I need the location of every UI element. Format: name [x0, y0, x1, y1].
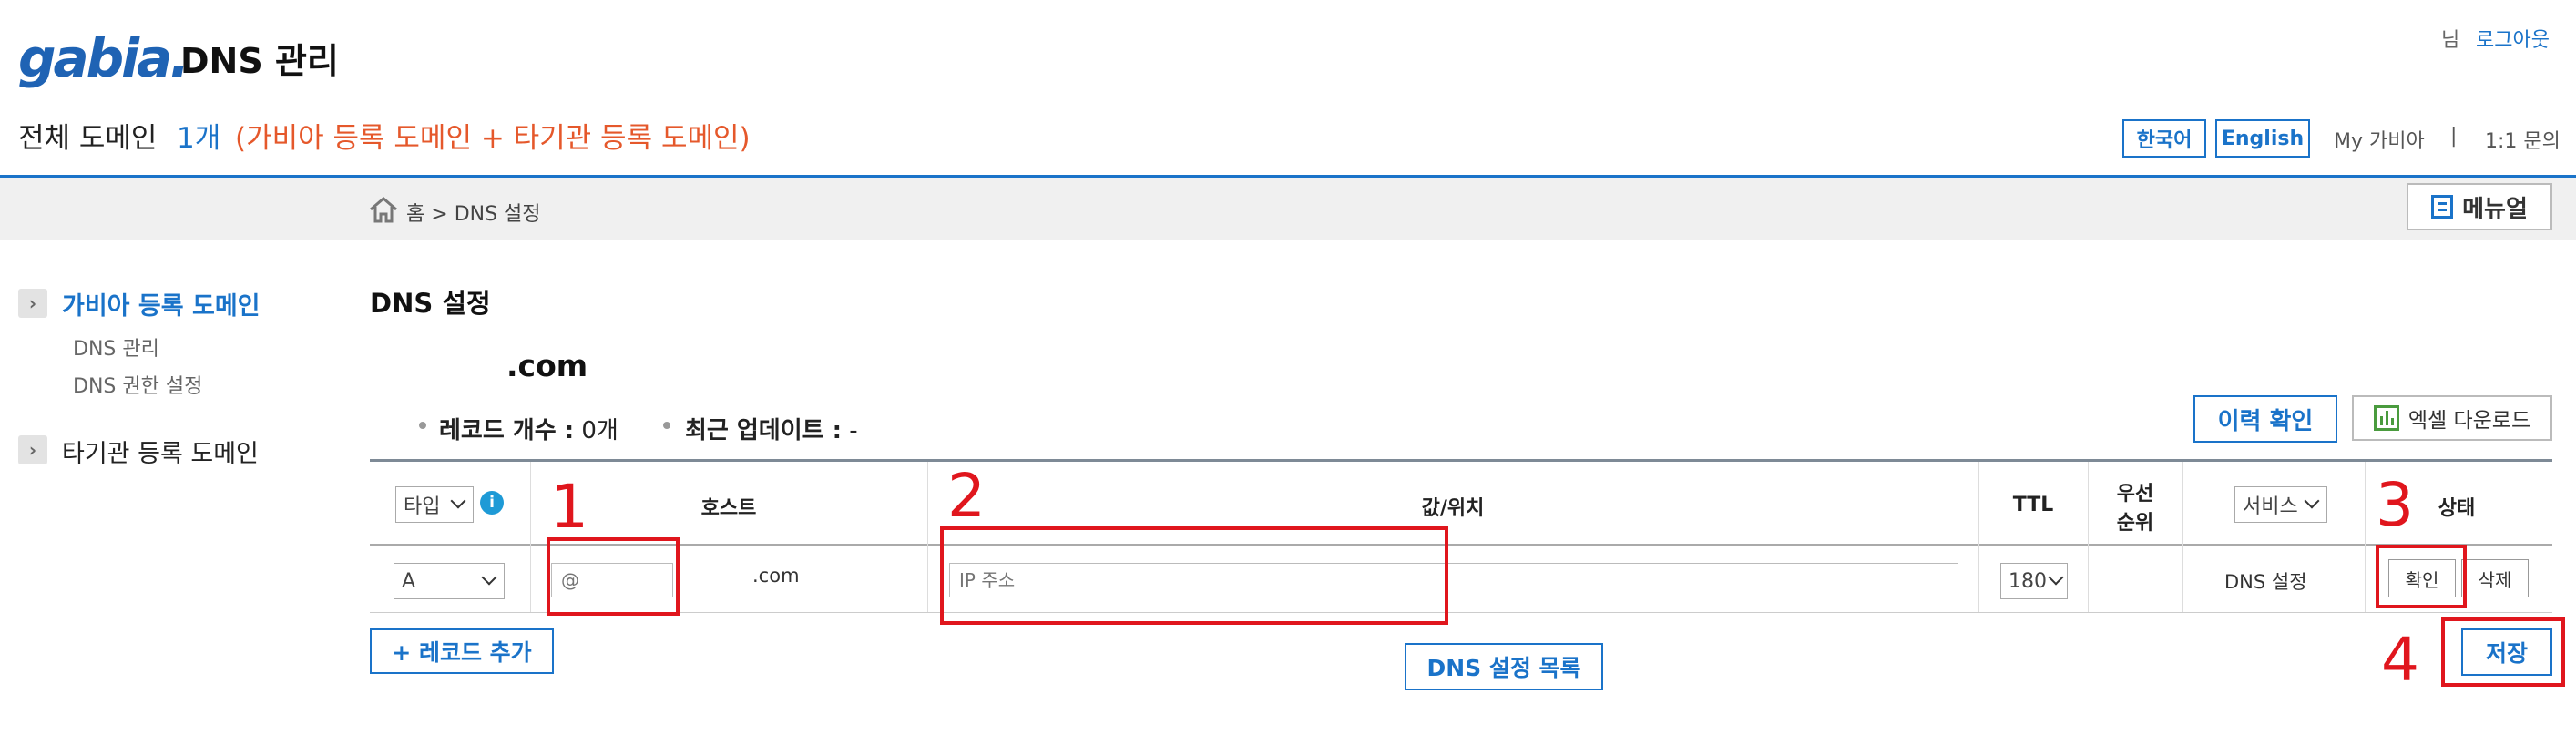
last-update-label: 최근 업데이트 : [685, 417, 843, 444]
status-column-header: 상태 [2438, 497, 2476, 520]
excel-download-button[interactable]: 엑셀 다운로드 [2352, 395, 2552, 441]
page-title: DNS 관리 [180, 41, 339, 81]
record-type-select[interactable]: A [394, 563, 505, 599]
chevron-down-icon [481, 569, 497, 586]
annotation-box-host [547, 537, 680, 616]
type-filter-select[interactable]: 타입 [395, 486, 474, 523]
domain-name: .com [506, 348, 588, 383]
annotation-box-confirm [2376, 545, 2467, 608]
last-update-value: - [849, 417, 858, 444]
annotation-box-value [940, 526, 1448, 625]
section-title: DNS 설정 [370, 288, 491, 319]
logout-link[interactable]: 로그아웃 [2476, 24, 2550, 53]
gabia-logo[interactable]: gabia. [18, 27, 189, 89]
breadcrumb: 홈 > DNS 설정 [406, 198, 541, 227]
service-filter-label: 서비스 [2243, 495, 2298, 518]
column-divider [1978, 462, 1979, 612]
dns-list-button[interactable]: DNS 설정 목록 [1405, 643, 1603, 690]
excel-chart-icon [2373, 405, 2399, 431]
chevron-right-icon[interactable]: › [18, 435, 47, 464]
service-value: DNS 설정 [2224, 571, 2307, 593]
chevron-down-icon [450, 493, 466, 509]
manual-label: 메뉴얼 [2462, 195, 2528, 223]
column-divider [2182, 462, 2183, 612]
priority-column-header-line1: 우선 [2116, 483, 2154, 505]
document-icon [2431, 195, 2454, 219]
column-divider [2365, 462, 2366, 612]
chevron-down-icon [2304, 493, 2320, 509]
record-count-value: 0개 [581, 417, 618, 444]
service-filter-select[interactable]: 서비스 [2234, 486, 2327, 523]
sidebar-item-gabia-domains[interactable]: 가비아 등록 도메인 [62, 286, 261, 321]
column-divider [530, 462, 531, 612]
domain-summary-note: (가비아 등록 도메인 + 타기관 등록 도메인) [235, 122, 751, 155]
value-column-header: 값/위치 [1421, 497, 1485, 520]
record-count-label: 레코드 개수 : [439, 417, 575, 444]
domain-summary-label: 전체 도메인 [18, 122, 158, 155]
breadcrumb-current: DNS 설정 [454, 203, 541, 226]
breadcrumb-home[interactable]: 홈 [406, 203, 424, 226]
last-update: 최근 업데이트 : - [685, 412, 858, 445]
excel-download-label: 엑셀 다운로드 [2407, 409, 2531, 433]
annotation-number: 2 [947, 461, 986, 531]
history-button[interactable]: 이력 확인 [2193, 395, 2337, 443]
chevron-right-icon[interactable]: › [18, 289, 47, 318]
delete-button[interactable]: 삭제 [2461, 559, 2529, 597]
table-header-divider [370, 544, 2552, 546]
table-row-divider [370, 612, 2552, 613]
table-top-border [370, 459, 2552, 462]
annotation-number: 4 [2381, 625, 2419, 695]
host-domain-suffix: .com [752, 565, 800, 587]
inquiry-link[interactable]: 1:1 문의 [2485, 125, 2561, 154]
lang-korean-button[interactable]: 한국어 [2122, 119, 2206, 158]
column-divider [2088, 462, 2089, 612]
header-separator: | [2450, 125, 2458, 148]
type-filter-label: 타입 [404, 495, 441, 518]
domain-count[interactable]: 1개 [177, 115, 220, 156]
ttl-select[interactable]: 180 [2000, 563, 2068, 599]
home-icon[interactable] [368, 195, 399, 224]
sidebar-item-other-domains[interactable]: 타기관 등록 도메인 [62, 434, 259, 469]
bullet [419, 422, 426, 429]
sidebar-item-dns-permission[interactable]: DNS 권한 설정 [73, 370, 202, 399]
priority-column-header-line2: 순위 [2116, 512, 2154, 535]
host-column-header: 호스트 [700, 497, 757, 520]
bullet [663, 422, 670, 429]
lang-english-button[interactable]: English [2215, 119, 2310, 158]
manual-button[interactable]: 메뉴얼 [2407, 183, 2552, 230]
annotation-box-save [2441, 617, 2565, 687]
user-greeting: 님 [2441, 29, 2460, 52]
ttl-value: 180 [2009, 569, 2047, 593]
add-record-button[interactable]: + 레코드 추가 [370, 628, 554, 674]
chevron-down-icon [2048, 569, 2064, 586]
record-count: 레코드 개수 : 0개 [439, 412, 618, 445]
annotation-number: 3 [2376, 470, 2414, 540]
breadcrumb-sep: > [431, 203, 448, 226]
column-divider [927, 462, 928, 612]
info-icon[interactable]: i [480, 491, 504, 515]
record-type-value: A [402, 569, 416, 593]
ttl-column-header: TTL [2012, 494, 2054, 516]
my-gabia-link[interactable]: My 가비아 [2334, 125, 2425, 154]
annotation-number: 1 [550, 472, 588, 542]
sidebar-item-dns-manage[interactable]: DNS 관리 [73, 332, 159, 362]
